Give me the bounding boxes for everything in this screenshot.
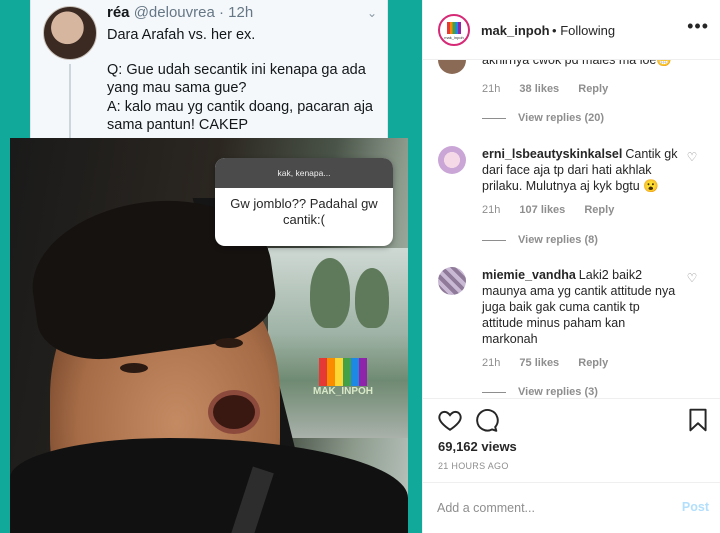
comment-meta: 21h 107 likes Reply: [482, 204, 630, 216]
chevron-down-icon: ⌄: [366, 6, 377, 20]
follow-status[interactable]: • Following: [552, 23, 615, 38]
post-media[interactable]: réa @delouvrea · 12h ⌄ Dara Arafah vs. h…: [0, 0, 422, 533]
tree: [355, 268, 389, 328]
comment-icon[interactable]: [473, 407, 499, 433]
profile-avatar[interactable]: mak_inpoh: [438, 14, 470, 46]
tweet-line: Dara Arafah vs. her ex.: [107, 27, 256, 43]
tweet-handle: @delouvrea: [133, 4, 215, 21]
comment-meta: 21h 75 likes Reply: [482, 357, 624, 369]
comment-avatar[interactable]: [438, 146, 466, 174]
person-mouth: [208, 390, 260, 434]
view-replies-label: View replies (8): [518, 234, 598, 246]
watermark-stripe: [319, 358, 327, 386]
tree: [310, 258, 350, 328]
heart-icon[interactable]: ♡: [685, 150, 699, 164]
question-answer: Gw jomblo?? Padahal gw cantik:(: [230, 196, 378, 227]
post-button[interactable]: Post: [682, 500, 709, 514]
more-options-icon[interactable]: •••: [687, 16, 709, 37]
tweet-body: Dara Arafah vs. her ex. Q: Gue udah seca…: [107, 26, 383, 135]
watermark-stripe: [343, 358, 351, 386]
watermark-text: MAK_INPOH: [313, 386, 374, 397]
divider: [482, 117, 506, 119]
video-frame[interactable]: kak, kenapa... Gw jomblo?? Padahal gw ca…: [10, 138, 408, 533]
tweet-question: Q: Gue udah secantik ini kenapa ga ada y…: [107, 61, 366, 97]
eye: [215, 338, 243, 348]
tweet-screenshot: réa @delouvrea · 12h ⌄ Dara Arafah vs. h…: [30, 0, 388, 140]
watermark: MAK_INPOH: [313, 356, 374, 400]
question-header: kak, kenapa...: [215, 158, 393, 188]
heart-icon[interactable]: [437, 407, 463, 433]
comment-input[interactable]: [437, 497, 657, 519]
comment-age: 21h: [482, 204, 501, 216]
tweet-avatar: [43, 6, 97, 60]
watermark-stripe: [327, 358, 335, 386]
view-replies-label: View replies (3): [518, 386, 598, 398]
comment-age: 21h: [482, 83, 501, 95]
divider: [482, 391, 506, 393]
post-actions: 69,162 views 21 HOURS AGO: [423, 398, 720, 488]
tweet-separator: ·: [218, 4, 224, 21]
comment-username[interactable]: miemie_vandha: [482, 268, 576, 282]
separator: •: [552, 23, 557, 38]
post-sidebar: mak_inpoh mak_inpoh • Following ••• akhi…: [422, 0, 720, 533]
reply-button[interactable]: Reply: [578, 83, 608, 95]
comment-age: 21h: [482, 357, 501, 369]
comment-likes[interactable]: 75 likes: [519, 357, 559, 369]
post-header: mak_inpoh mak_inpoh • Following •••: [423, 0, 720, 60]
eye: [120, 363, 148, 373]
view-count[interactable]: 69,162 views: [438, 439, 517, 454]
view-replies-button[interactable]: View replies (20): [482, 112, 604, 124]
bookmark-icon[interactable]: [685, 407, 711, 433]
logo-icon: [447, 22, 461, 34]
reply-button[interactable]: Reply: [578, 357, 608, 369]
watermark-stripe: [335, 358, 343, 386]
tweet-answer: A: kalo mau yg cantik doang, pacaran aja…: [107, 98, 373, 134]
heart-icon[interactable]: ♡: [685, 271, 699, 285]
view-replies-label: View replies (20): [518, 112, 605, 124]
comment-likes[interactable]: 107 likes: [519, 204, 565, 216]
tweet-author-name: réa: [107, 4, 130, 21]
tweet-header: réa @delouvrea · 12h: [107, 4, 253, 21]
avatar-label: mak_inpoh: [444, 35, 464, 40]
add-comment-bar: Post: [423, 482, 720, 533]
comment-text: miemie_vandha Laki2 baik2 maunya ama yg c…: [482, 267, 682, 347]
post-timestamp: 21 HOURS AGO: [438, 461, 509, 471]
view-replies-button[interactable]: View replies (3): [482, 386, 598, 398]
follow-label: Following: [560, 23, 616, 38]
divider: [482, 239, 506, 241]
story-question-sticker: kak, kenapa... Gw jomblo?? Padahal gw ca…: [215, 158, 393, 246]
comment-likes[interactable]: 38 likes: [519, 83, 559, 95]
comment-text: akhirnya cwok pd males ma loe😁: [482, 60, 672, 67]
comment-avatar[interactable]: [438, 60, 466, 74]
comment-username[interactable]: erni_lsbeautyskinkalsel: [482, 147, 622, 161]
thread-line: [69, 64, 71, 140]
comments-list[interactable]: akhirnya cwok pd males ma loe😁 21h 38 li…: [423, 60, 720, 398]
reply-button[interactable]: Reply: [584, 204, 614, 216]
comment-avatar[interactable]: [438, 267, 466, 295]
comment-meta: 21h 38 likes Reply: [482, 83, 624, 95]
watermark-stripe: [351, 358, 359, 386]
watermark-stripe: [359, 358, 367, 386]
view-replies-button[interactable]: View replies (8): [482, 234, 598, 246]
person-shirt: [10, 438, 408, 533]
profile-username[interactable]: mak_inpoh: [481, 23, 550, 38]
comment-text: erni_lsbeautyskinkalsel Cantik gk dari fa…: [482, 146, 682, 194]
tweet-time: 12h: [228, 4, 254, 21]
